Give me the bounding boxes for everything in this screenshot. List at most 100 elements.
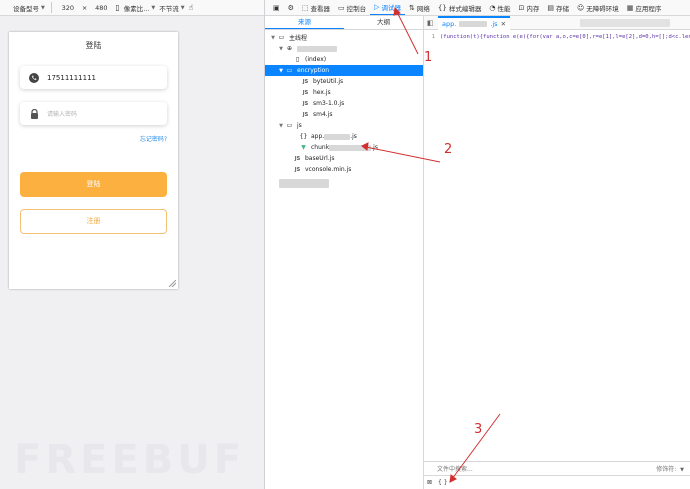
redacted-domain xyxy=(279,178,329,188)
storage-icon: ▤ xyxy=(547,3,554,12)
phone-viewport: 登陆 17511111111 请输入密码 忘记密码? 登陆 注册 xyxy=(9,32,178,289)
separator xyxy=(50,2,52,13)
code-editor[interactable]: 1 (function(t){function e(e){for(var a,o… xyxy=(424,31,690,461)
file-icon: ▯ xyxy=(295,56,300,63)
rdm-toggle-icon[interactable]: ▣ xyxy=(269,0,284,15)
settings-gear-icon[interactable]: ⚙ xyxy=(284,0,298,15)
tree-item-file[interactable]: JS hex.js xyxy=(265,87,423,98)
tab-outline[interactable]: 大纲 xyxy=(344,16,423,29)
file-name-prefix: app. xyxy=(442,19,457,28)
redacted-hash xyxy=(324,133,351,140)
style-editor-icon: {} xyxy=(437,3,447,12)
resize-handle-icon[interactable] xyxy=(169,280,176,287)
dimension-x-icon: × xyxy=(81,3,88,12)
touch-simulation-icon[interactable]: ☝ xyxy=(189,3,194,12)
viewport-width-input[interactable]: 320 xyxy=(58,4,78,12)
tree-item-chunk-js[interactable]: ▼ chunk .js xyxy=(265,142,423,153)
tab-sources[interactable]: 来源 xyxy=(265,16,344,29)
editor-settings-icon[interactable]: ⊠ xyxy=(427,479,432,486)
tree-item-file[interactable]: JS sm4.js xyxy=(265,109,423,120)
search-modifiers[interactable]: 修饰符: ▼ xyxy=(656,464,684,473)
redacted-tab xyxy=(580,18,671,27)
tab-network[interactable]: ⇅ 网络 xyxy=(405,0,434,15)
tree-item-redacted[interactable] xyxy=(265,175,423,191)
tab-label: 存储 xyxy=(555,4,569,13)
tab-console[interactable]: ▭ 控制台 xyxy=(334,0,370,15)
network-icon: ⇅ xyxy=(409,3,415,12)
file-search-bar[interactable]: 文件中搜索... 修饰符: ▼ xyxy=(424,461,690,475)
dpr-label: 像素比... xyxy=(123,4,150,13)
tree-item-file[interactable]: JS byteUtil.js xyxy=(265,76,423,87)
tree-item-label: vconsole.min.js xyxy=(305,166,352,173)
throttle-selector[interactable]: 不节流 ▼ xyxy=(159,3,184,13)
tab-storage[interactable]: ▤ 存储 xyxy=(543,0,573,15)
folder-icon: ▭ xyxy=(286,122,293,129)
tree-item-file[interactable]: JS baseUrl.js xyxy=(265,153,423,164)
js-file-icon: JS xyxy=(302,111,309,118)
vue-icon: ▼ xyxy=(301,144,306,151)
password-field[interactable]: 请输入密码 xyxy=(20,102,167,125)
chevron-down-icon: ▼ xyxy=(279,67,283,74)
pretty-print-button[interactable]: { } xyxy=(438,479,448,486)
performance-icon: ◔ xyxy=(489,3,496,12)
sources-tabbar: 来源 大纲 xyxy=(265,16,423,30)
editor-tab-app-js[interactable]: app. .js ✕ xyxy=(438,15,511,30)
tab-debugger[interactable]: ▷ 调试器 xyxy=(370,0,406,15)
line-gutter: 1 xyxy=(424,31,438,461)
js-file-icon: JS xyxy=(294,155,301,162)
annotation-label-2: 2 xyxy=(444,142,453,157)
dpr-selector[interactable]: 像素比... ▼ xyxy=(124,3,156,13)
chevron-down-icon: ▼ xyxy=(41,4,45,11)
tree-item-file[interactable]: JS vconsole.min.js xyxy=(265,164,423,175)
phone-field[interactable]: 17511111111 xyxy=(20,66,167,89)
tab-label: 查看器 xyxy=(310,4,331,13)
devtools-toolbar: ▣ ⚙ ⬚ 查看器 ▭ 控制台 ▷ 调试器 ⇅ 网络 {} 样式编辑器 ◔ 性能 ⊡ 内存 ▤… xyxy=(265,0,690,16)
tree-item-encryption-folder[interactable]: ▼ ▭ encryption xyxy=(265,65,423,76)
toggle-sidebar-icon[interactable]: ◧ xyxy=(427,19,434,27)
tab-memory[interactable]: ⊡ 内存 xyxy=(514,0,543,15)
forgot-password-link[interactable]: 忘记密码? xyxy=(140,134,167,143)
tree-item-label: hex.js xyxy=(313,89,331,96)
search-placeholder: 文件中搜索... xyxy=(437,466,473,473)
login-button[interactable]: 登陆 xyxy=(20,172,167,197)
redacted-domain xyxy=(297,45,337,52)
device-selector[interactable]: 设备型号 ▼ xyxy=(13,3,45,13)
tree-item-domain[interactable]: ▼ ⊕ xyxy=(265,43,423,54)
chevron-down-icon: ▼ xyxy=(180,4,185,11)
tab-label: 应用程序 xyxy=(635,4,662,13)
register-button[interactable]: 注册 xyxy=(20,209,167,234)
rotate-icon[interactable]: ▯ xyxy=(115,3,119,12)
tree-item-app-js[interactable]: {} app. .js xyxy=(265,131,423,142)
password-placeholder: 请输入密码 xyxy=(47,111,78,118)
accessibility-icon: ☺ xyxy=(576,3,585,12)
tab-application[interactable]: ▦ 应用程序 xyxy=(623,0,666,15)
throttle-label: 不节流 xyxy=(159,4,179,13)
js-file-icon: JS xyxy=(302,100,309,107)
chevron-down-icon: ▼ xyxy=(151,4,156,11)
phone-value: 17511111111 xyxy=(47,73,96,82)
tab-inspector[interactable]: ⬚ 查看器 xyxy=(298,0,334,15)
debugger-icon: ▷ xyxy=(374,2,380,11)
js-file-icon: JS xyxy=(302,89,309,96)
tab-label: 性能 xyxy=(497,4,511,13)
tab-performance[interactable]: ◔ 性能 xyxy=(485,0,514,15)
annotation-label-3: 3 xyxy=(474,422,483,437)
tree-item-label: js xyxy=(297,122,302,129)
chevron-down-icon: ▼ xyxy=(680,467,684,473)
tree-item-file[interactable]: JS sm3-1.0.js xyxy=(265,98,423,109)
chevron-down-icon: ▼ xyxy=(279,45,283,52)
braces-icon: {} xyxy=(299,133,308,140)
viewport-height-input[interactable]: 480 xyxy=(91,4,111,12)
tab-accessibility[interactable]: ☺ 无障碍环境 xyxy=(573,0,623,15)
tree-item-index[interactable]: ▯ (index) xyxy=(265,54,423,65)
application-icon: ▦ xyxy=(626,3,634,12)
file-name-suffix: .js xyxy=(350,133,357,140)
editor-status-bar: ⊠ { } xyxy=(424,475,690,489)
device-selector-label: 设备型号 xyxy=(13,4,39,13)
redacted-hash xyxy=(329,144,372,151)
tree-item-main-thread[interactable]: ▼ ▭ 主线程 xyxy=(265,32,423,43)
tree-item-js-folder[interactable]: ▼ ▭ js xyxy=(265,120,423,131)
tree-item-label: 主线程 xyxy=(289,35,308,42)
tab-style-editor[interactable]: {} 样式编辑器 xyxy=(434,0,485,15)
close-icon[interactable]: ✕ xyxy=(501,20,506,28)
